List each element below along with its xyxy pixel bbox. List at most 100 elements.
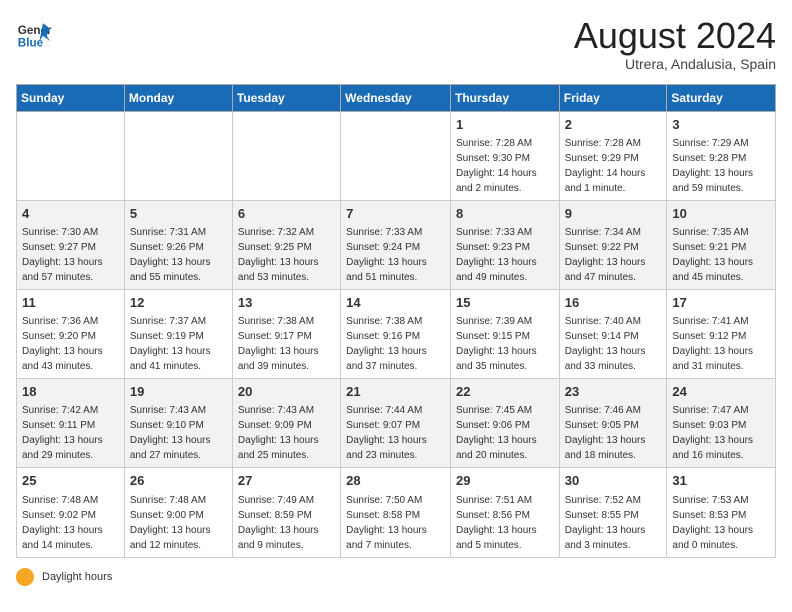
day-number: 30 xyxy=(565,472,662,490)
day-info: Sunrise: 7:47 AM Sunset: 9:03 PM Dayligh… xyxy=(672,405,753,461)
weekday-header-cell: Monday xyxy=(124,84,232,111)
day-info: Sunrise: 7:35 AM Sunset: 9:21 PM Dayligh… xyxy=(672,227,753,283)
logo: General Blue xyxy=(16,16,52,52)
day-number: 2 xyxy=(565,116,662,134)
title-block: August 2024 Utrera, Andalusia, Spain xyxy=(574,16,776,72)
day-number: 3 xyxy=(672,116,770,134)
svg-text:Blue: Blue xyxy=(18,37,44,50)
calendar-week-row: 25 Sunrise: 7:48 AM Sunset: 9:02 PM Dayli… xyxy=(17,468,776,557)
calendar-day-cell: 17Sunrise: 7:41 AM Sunset: 9:12 PM Dayli… xyxy=(667,289,776,378)
day-number: 8 xyxy=(456,205,554,223)
day-info: Sunrise: 7:52 AM Sunset: 8:55 PM Dayligh… xyxy=(565,495,646,551)
sun-icon xyxy=(16,568,34,586)
day-number: 12 xyxy=(130,294,227,312)
calendar-day-cell: 6 Sunrise: 7:32 AM Sunset: 9:25 PM Daylig… xyxy=(232,200,340,289)
day-number: 17 xyxy=(672,294,770,312)
day-number: 6 xyxy=(238,205,335,223)
calendar-day-cell xyxy=(341,111,451,200)
calendar-day-cell: 12 Sunrise: 7:37 AM Sunset: 9:19 PM Dayli… xyxy=(124,289,232,378)
day-info: Sunrise: 7:36 AM Sunset: 9:20 PM Dayligh… xyxy=(22,316,103,372)
day-number: 23 xyxy=(565,383,662,401)
calendar-day-cell: 31 Sunrise: 7:53 AM Sunset: 8:53 PM Dayli… xyxy=(667,468,776,557)
logo-icon: General Blue xyxy=(16,16,52,52)
calendar-subtitle: Utrera, Andalusia, Spain xyxy=(574,56,776,72)
day-info: Sunrise: 7:28 AM Sunset: 9:29 PM Dayligh… xyxy=(565,138,646,194)
weekday-header-cell: Wednesday xyxy=(341,84,451,111)
day-number: 16 xyxy=(565,294,662,312)
day-info: Sunrise: 7:32 AM Sunset: 9:25 PM Dayligh… xyxy=(238,227,319,283)
calendar-day-cell: 27 Sunrise: 7:49 AM Sunset: 8:59 PM Dayli… xyxy=(232,468,340,557)
day-number: 24 xyxy=(672,383,770,401)
calendar-day-cell: 25 Sunrise: 7:48 AM Sunset: 9:02 PM Dayli… xyxy=(17,468,125,557)
calendar-day-cell: 29 Sunrise: 7:51 AM Sunset: 8:56 PM Dayli… xyxy=(450,468,559,557)
calendar-day-cell: 26 Sunrise: 7:48 AM Sunset: 9:00 PM Dayli… xyxy=(124,468,232,557)
day-info: Sunrise: 7:43 AM Sunset: 9:09 PM Dayligh… xyxy=(238,405,319,461)
day-number: 4 xyxy=(22,205,119,223)
day-info: Sunrise: 7:53 AM Sunset: 8:53 PM Dayligh… xyxy=(672,495,753,551)
day-info: Sunrise: 7:38 AM Sunset: 9:17 PM Dayligh… xyxy=(238,316,319,372)
day-info: Sunrise: 7:31 AM Sunset: 9:26 PM Dayligh… xyxy=(130,227,211,283)
day-number: 26 xyxy=(130,472,227,490)
calendar-day-cell: 5 Sunrise: 7:31 AM Sunset: 9:26 PM Daylig… xyxy=(124,200,232,289)
weekday-header-cell: Friday xyxy=(559,84,667,111)
calendar-day-cell: 20 Sunrise: 7:43 AM Sunset: 9:09 PM Dayli… xyxy=(232,379,340,468)
day-number: 20 xyxy=(238,383,335,401)
day-info: Sunrise: 7:40 AM Sunset: 9:14 PM Dayligh… xyxy=(565,316,646,372)
calendar-day-cell: 11 Sunrise: 7:36 AM Sunset: 9:20 PM Dayli… xyxy=(17,289,125,378)
day-info: Sunrise: 7:33 AM Sunset: 9:23 PM Dayligh… xyxy=(456,227,537,283)
calendar-day-cell xyxy=(232,111,340,200)
calendar-day-cell: 7 Sunrise: 7:33 AM Sunset: 9:24 PM Daylig… xyxy=(341,200,451,289)
day-info: Sunrise: 7:29 AM Sunset: 9:28 PM Dayligh… xyxy=(672,138,753,194)
weekday-header-cell: Saturday xyxy=(667,84,776,111)
day-number: 11 xyxy=(22,294,119,312)
calendar-day-cell: 24 Sunrise: 7:47 AM Sunset: 9:03 PM Dayli… xyxy=(667,379,776,468)
calendar-day-cell: 15 Sunrise: 7:39 AM Sunset: 9:15 PM Dayli… xyxy=(450,289,559,378)
calendar-day-cell: 14Sunrise: 7:38 AM Sunset: 9:16 PM Dayli… xyxy=(341,289,451,378)
calendar-day-cell: 9Sunrise: 7:34 AM Sunset: 9:22 PM Daylig… xyxy=(559,200,667,289)
day-number: 28 xyxy=(346,472,445,490)
calendar-day-cell: 28Sunrise: 7:50 AM Sunset: 8:58 PM Dayli… xyxy=(341,468,451,557)
weekday-header-row: SundayMondayTuesdayWednesdayThursdayFrid… xyxy=(17,84,776,111)
day-number: 15 xyxy=(456,294,554,312)
calendar-day-cell: 21Sunrise: 7:44 AM Sunset: 9:07 PM Dayli… xyxy=(341,379,451,468)
day-number: 13 xyxy=(238,294,335,312)
day-info: Sunrise: 7:51 AM Sunset: 8:56 PM Dayligh… xyxy=(456,495,537,551)
day-info: Sunrise: 7:48 AM Sunset: 9:00 PM Dayligh… xyxy=(130,495,211,551)
calendar-day-cell xyxy=(124,111,232,200)
day-number: 5 xyxy=(130,205,227,223)
day-number: 25 xyxy=(22,472,119,490)
day-number: 9 xyxy=(565,205,662,223)
day-info: Sunrise: 7:48 AM Sunset: 9:02 PM Dayligh… xyxy=(22,495,103,551)
day-info: Sunrise: 7:49 AM Sunset: 8:59 PM Dayligh… xyxy=(238,495,319,551)
calendar-week-row: 11 Sunrise: 7:36 AM Sunset: 9:20 PM Dayli… xyxy=(17,289,776,378)
page-header: General Blue August 2024 Utrera, Andalus… xyxy=(16,16,776,72)
day-number: 31 xyxy=(672,472,770,490)
daylight-label: Daylight hours xyxy=(42,571,112,583)
calendar-day-cell: 16 Sunrise: 7:40 AM Sunset: 9:14 PM Dayli… xyxy=(559,289,667,378)
day-info: Sunrise: 7:39 AM Sunset: 9:15 PM Dayligh… xyxy=(456,316,537,372)
day-info: Sunrise: 7:42 AM Sunset: 9:11 PM Dayligh… xyxy=(22,405,103,461)
calendar-day-cell: 2 Sunrise: 7:28 AM Sunset: 9:29 PM Daylig… xyxy=(559,111,667,200)
day-info: Sunrise: 7:28 AM Sunset: 9:30 PM Dayligh… xyxy=(456,138,537,194)
day-number: 27 xyxy=(238,472,335,490)
day-number: 7 xyxy=(346,205,445,223)
day-number: 21 xyxy=(346,383,445,401)
day-info: Sunrise: 7:45 AM Sunset: 9:06 PM Dayligh… xyxy=(456,405,537,461)
calendar-week-row: 1 Sunrise: 7:28 AM Sunset: 9:30 PM Daylig… xyxy=(17,111,776,200)
calendar-table: SundayMondayTuesdayWednesdayThursdayFrid… xyxy=(16,84,776,558)
day-info: Sunrise: 7:37 AM Sunset: 9:19 PM Dayligh… xyxy=(130,316,211,372)
day-number: 1 xyxy=(456,116,554,134)
calendar-day-cell: 18Sunrise: 7:42 AM Sunset: 9:11 PM Dayli… xyxy=(17,379,125,468)
day-info: Sunrise: 7:43 AM Sunset: 9:10 PM Dayligh… xyxy=(130,405,211,461)
weekday-header-cell: Thursday xyxy=(450,84,559,111)
calendar-week-row: 4Sunrise: 7:30 AM Sunset: 9:27 PM Daylig… xyxy=(17,200,776,289)
calendar-day-cell: 19Sunrise: 7:43 AM Sunset: 9:10 PM Dayli… xyxy=(124,379,232,468)
calendar-day-cell: 30 Sunrise: 7:52 AM Sunset: 8:55 PM Dayli… xyxy=(559,468,667,557)
day-number: 10 xyxy=(672,205,770,223)
calendar-day-cell: 4Sunrise: 7:30 AM Sunset: 9:27 PM Daylig… xyxy=(17,200,125,289)
day-info: Sunrise: 7:33 AM Sunset: 9:24 PM Dayligh… xyxy=(346,227,427,283)
day-number: 29 xyxy=(456,472,554,490)
calendar-title: August 2024 xyxy=(574,16,776,56)
day-info: Sunrise: 7:46 AM Sunset: 9:05 PM Dayligh… xyxy=(565,405,646,461)
calendar-day-cell: 1 Sunrise: 7:28 AM Sunset: 9:30 PM Daylig… xyxy=(450,111,559,200)
